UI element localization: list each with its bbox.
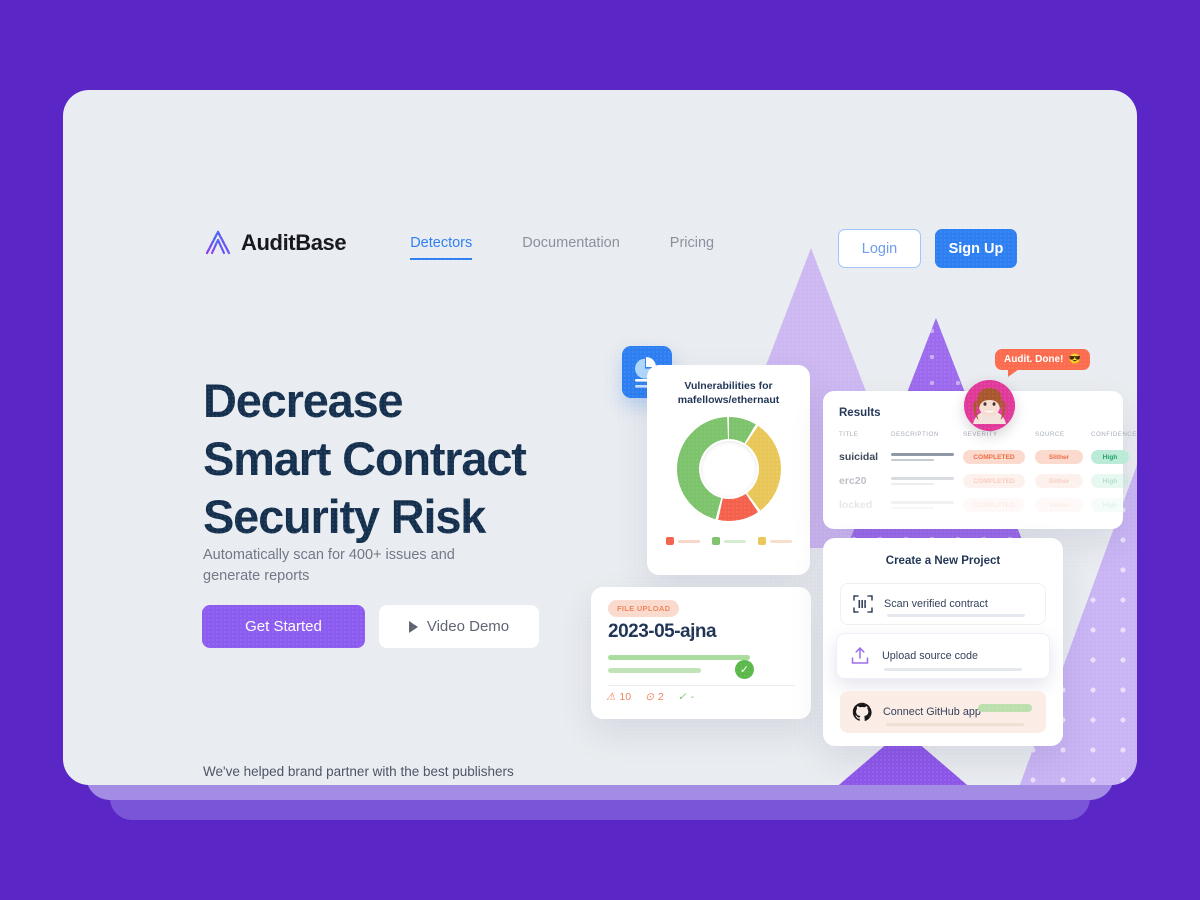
vulnerabilities-card: Vulnerabilities for mafellows/ethernaut <box>647 365 810 575</box>
sunglasses-emoji-icon: 😎 <box>1068 354 1081 365</box>
row-severity-badge: COMPLETED <box>963 450 1025 464</box>
audit-done-notification: Audit. Done! 😎 <box>995 349 1090 377</box>
option-scan-verified-contract[interactable]: Scan verified contract <box>840 583 1046 625</box>
row-title: locked <box>839 499 873 511</box>
signup-button[interactable]: Sign Up <box>935 229 1017 268</box>
legend-item-high <box>665 537 700 545</box>
vuln-title-line-1: Vulnerabilities for <box>684 380 773 392</box>
github-status-pill <box>978 704 1032 712</box>
hero-subtitle: Automatically scan for 400+ issues and g… <box>203 547 455 584</box>
legend-item-low <box>711 537 746 545</box>
upload-stats: ⚠ 10 ⊙ 2 ✓ - <box>606 691 694 703</box>
row-source-badge: Slither <box>1035 474 1083 488</box>
page-background: AuditBase Detectors Documentation Pricin… <box>0 0 1200 900</box>
table-row[interactable]: suicidal COMPLETED Slither High <box>839 445 1129 469</box>
column-header-severity: SEVERITY <box>963 431 998 438</box>
row-description-placeholder <box>891 477 963 485</box>
hero-panel: AuditBase Detectors Documentation Pricin… <box>63 90 1137 785</box>
option-placeholder-line <box>884 667 1022 671</box>
login-button[interactable]: Login <box>838 229 921 268</box>
github-icon <box>852 702 872 722</box>
check-icon: ✓ <box>677 691 687 703</box>
vulnerability-donut-chart <box>675 415 783 523</box>
divider <box>608 685 795 686</box>
row-confidence-badge: High <box>1091 474 1129 488</box>
row-title: erc20 <box>839 475 867 487</box>
table-row[interactable]: erc20 COMPLETED Slither High <box>839 469 1129 493</box>
file-upload-card: FILE UPLOAD 2023-05-ajna ✓ ⚠ 10 ⊙ 2 ✓ - <box>591 587 811 719</box>
option-placeholder-line <box>886 722 1024 726</box>
avatar[interactable] <box>964 380 1015 431</box>
scan-barcode-icon <box>853 594 873 614</box>
results-card-title: Results <box>839 407 881 419</box>
row-confidence-badge: High <box>1091 450 1129 464</box>
row-title: suicidal <box>839 451 879 463</box>
error-circle-icon: ⊙ <box>645 691 654 703</box>
warning-triangle-icon: ⚠ <box>606 691 616 703</box>
results-table-header: TITLE DESCRIPTION SEVERITY SOURCE CONFID… <box>839 431 1136 438</box>
stat-errors-value: 2 <box>657 691 664 703</box>
auditbase-chevron-logo-icon <box>203 228 233 258</box>
column-header-title: TITLE <box>839 431 859 438</box>
results-table: TITLE DESCRIPTION SEVERITY SOURCE CONFID… <box>839 431 1136 517</box>
nav-item-detectors[interactable]: Detectors <box>410 235 473 260</box>
upload-complete-check-icon: ✓ <box>735 660 754 679</box>
upload-progress-bar-primary <box>608 655 750 660</box>
nav-links: Detectors Documentation Pricing <box>410 235 714 260</box>
stat-passed-value: - <box>690 691 695 703</box>
option-label: Scan verified contract <box>884 598 988 610</box>
create-project-card: Create a New Project Scan verified contr… <box>823 538 1063 746</box>
row-description-placeholder <box>891 501 963 509</box>
main-navigation: AuditBase Detectors Documentation Pricin… <box>203 228 714 260</box>
vulnerabilities-card-title: Vulnerabilities for mafellows/ethernaut <box>661 379 796 407</box>
stat-passed: ✓ - <box>678 691 694 703</box>
nav-item-pricing[interactable]: Pricing <box>670 235 714 251</box>
hero-cta-group: Get Started Video Demo <box>202 605 539 648</box>
upload-icon <box>849 645 871 667</box>
option-placeholder-line <box>887 613 1025 617</box>
row-source-badge: Slither <box>1035 450 1083 464</box>
upload-progress-bar-secondary <box>608 668 701 673</box>
row-severity-badge: COMPLETED <box>963 474 1025 488</box>
column-header-confidence: CONFIDENCE <box>1091 431 1137 438</box>
hero-title-line-2: Smart Contract <box>203 432 527 485</box>
auth-buttons: Login Sign Up <box>838 229 1017 268</box>
uploaded-filename: 2023-05-ajna <box>608 621 717 642</box>
table-row[interactable]: locked COMPLETED Slither High <box>839 493 1129 517</box>
page-title: Decrease Smart Contract Security Risk <box>203 372 633 546</box>
option-label: Connect GitHub app <box>883 706 981 718</box>
brand-logo[interactable]: AuditBase <box>203 228 347 258</box>
hero-title-line-3: Security Risk <box>203 490 486 543</box>
option-upload-source-code[interactable]: Upload source code <box>836 633 1050 679</box>
column-header-source: SOURCE <box>1035 431 1065 438</box>
nav-item-documentation[interactable]: Documentation <box>522 235 620 251</box>
brand-name: AuditBase <box>241 230 347 255</box>
donut-center-hole <box>700 441 757 497</box>
notification-text: Audit. Done! <box>1004 354 1064 365</box>
create-project-title: Create a New Project <box>885 555 1001 567</box>
chart-legend <box>647 537 810 545</box>
video-demo-button[interactable]: Video Demo <box>379 605 539 648</box>
row-source-badge: Slither <box>1035 498 1083 512</box>
row-severity-badge: COMPLETED <box>963 498 1025 512</box>
option-label: Upload source code <box>882 650 979 662</box>
get-started-button[interactable]: Get Started <box>202 605 365 648</box>
brands-label: We've helped brand partner with the best… <box>203 764 514 779</box>
option-connect-github-app[interactable]: Connect GitHub app <box>840 691 1046 733</box>
column-header-description: DESCRIPTION <box>891 431 939 438</box>
stat-warnings-value: 10 <box>619 691 632 703</box>
vuln-title-line-2: mafellows/ethernaut <box>677 394 780 406</box>
row-description-placeholder <box>891 453 963 461</box>
file-upload-badge: FILE UPLOAD <box>608 600 680 617</box>
video-demo-label: Video Demo <box>426 618 510 635</box>
hero-title-line-1: Decrease <box>203 374 404 427</box>
play-icon <box>408 620 418 633</box>
legend-item-medium <box>757 537 792 545</box>
row-confidence-badge: High <box>1091 498 1129 512</box>
stat-errors: ⊙ 2 <box>645 691 664 703</box>
stat-warnings: ⚠ 10 <box>606 691 631 703</box>
